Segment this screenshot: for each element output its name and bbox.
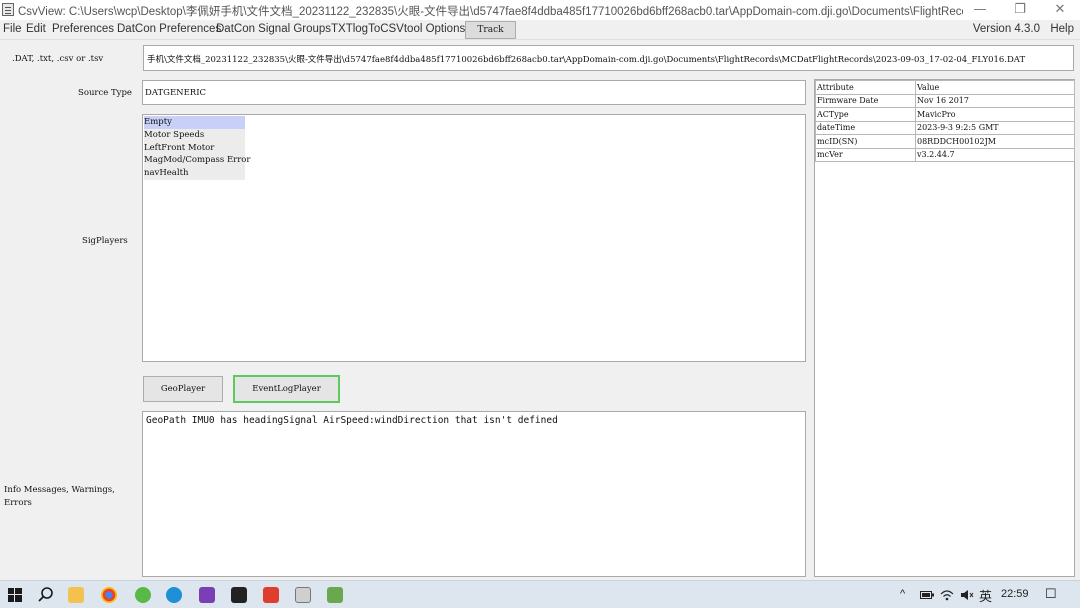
table-row[interactable]: ACType MavicPro	[815, 107, 1075, 122]
sigplayer-item-navhealth[interactable]: navHealth	[144, 167, 245, 180]
taskbar: ^ 英 22:59 ☐	[0, 580, 1080, 608]
ime-indicator[interactable]: 英	[979, 586, 992, 605]
source-type-label: Source Type	[78, 88, 132, 98]
app-icon	[2, 3, 14, 16]
title-bar: CsvView: C:\Users\wcp\Desktop\李佩妍手机\文件文档…	[0, 0, 1080, 20]
menu-bar: File Edit Preferences DatCon Preferences…	[0, 20, 1080, 40]
battery-icon[interactable]	[920, 590, 934, 600]
sigplayers-label: SigPlayers	[82, 236, 128, 246]
value-cell: 08RDDCH00102JM	[915, 134, 1075, 149]
version-label: Version 4.3.0	[972, 23, 1040, 35]
sigplayer-item-motor-speeds[interactable]: Motor Speeds	[144, 129, 245, 142]
attribute-cell: ACType	[815, 107, 916, 122]
menu-txtlog-options[interactable]: TXTlogToCSVtool Options	[331, 23, 465, 35]
tray-expand-icon[interactable]: ^	[900, 588, 905, 600]
menu-datcon-signal-groups[interactable]: DatCon Signal Groups	[216, 23, 331, 35]
path-label: .DAT, .txt, .csv or .tsv	[12, 54, 104, 64]
value-cell: Nov 16 2017	[915, 93, 1075, 108]
info-message: GeoPath IMU0 has headingSignal AirSpeed:…	[146, 415, 558, 426]
search-icon[interactable]	[38, 587, 54, 603]
clock[interactable]: 22:59	[1001, 588, 1029, 600]
table-row[interactable]: Firmware Date Nov 16 2017	[815, 93, 1075, 108]
wifi-icon[interactable]	[940, 589, 954, 601]
attribute-header: Attribute	[815, 80, 916, 95]
attribute-cell: dateTime	[815, 120, 916, 135]
minimize-button[interactable]: —	[960, 0, 1000, 20]
volume-icon[interactable]	[960, 589, 974, 601]
sigplayers-list[interactable]: Empty Motor Speeds LeftFront Motor MagMo…	[142, 114, 806, 362]
eventlogplayer-button[interactable]: EventLogPlayer	[233, 375, 340, 403]
sigplayer-item-leftfront-motor[interactable]: LeftFront Motor	[144, 142, 245, 155]
menu-preferences[interactable]: Preferences	[52, 23, 114, 35]
attribute-cell: mcVer	[815, 147, 916, 162]
value-cell: 2023-9-3 9:2:5 GMT	[915, 120, 1075, 135]
table-row[interactable]: dateTime 2023-9-3 9:2:5 GMT	[815, 120, 1075, 135]
edge-icon[interactable]	[166, 587, 182, 603]
table-row[interactable]: mcVer v3.2.44.7	[815, 147, 1075, 162]
chrome-icon[interactable]	[101, 587, 117, 603]
menu-datcon-preferences[interactable]: DatCon Preferences	[117, 23, 221, 35]
value-cell: MavicPro	[915, 107, 1075, 122]
menu-edit[interactable]: Edit	[26, 23, 46, 35]
sigplayer-item-magmod-compass-error[interactable]: MagMod/Compass Error	[144, 154, 250, 167]
source-type-field[interactable]: DATGENERIC	[142, 80, 806, 105]
window-title: CsvView: C:\Users\wcp\Desktop\李佩妍手机\文件文档…	[18, 6, 963, 18]
attribute-cell: mcID(SN)	[815, 134, 916, 149]
geoplayer-button[interactable]: GeoPlayer	[143, 376, 223, 402]
attribute-header-row: Attribute Value	[815, 80, 1075, 95]
csvview-app-icon[interactable]	[327, 587, 343, 603]
info-label-line2: Errors	[4, 498, 32, 508]
attribute-panel[interactable]: Attribute Value Firmware Date Nov 16 201…	[814, 79, 1075, 577]
restore-button[interactable]: ❐	[1000, 0, 1040, 20]
info-label-line1: Info Messages, Warnings,	[4, 485, 115, 495]
attribute-cell: Firmware Date	[815, 93, 916, 108]
value-cell: v3.2.44.7	[915, 147, 1075, 162]
notification-icon[interactable]: ☐	[1045, 586, 1057, 602]
table-row[interactable]: mcID(SN) 08RDDCH00102JM	[815, 134, 1075, 149]
dji-app-icon[interactable]	[199, 587, 215, 603]
track-button[interactable]: Track	[465, 21, 516, 39]
printer-app-icon[interactable]	[295, 587, 311, 603]
ie-browser-icon[interactable]	[135, 587, 151, 603]
attribute-table: Attribute Value Firmware Date Nov 16 201…	[815, 80, 1075, 162]
editor-app-icon[interactable]	[231, 587, 247, 603]
close-button[interactable]: ✕	[1040, 0, 1080, 20]
value-header: Value	[915, 80, 1075, 95]
file-path-field[interactable]: 手机\文件文档_20231122_232835\火眼-文件导出\d5747fae…	[143, 45, 1074, 71]
menu-help[interactable]: Help	[1050, 23, 1074, 35]
sigplayer-item-empty[interactable]: Empty	[144, 116, 245, 129]
windows-start-icon[interactable]	[8, 588, 22, 602]
file-explorer-icon[interactable]	[68, 587, 84, 603]
menu-file[interactable]: File	[3, 23, 22, 35]
info-messages-box[interactable]: GeoPath IMU0 has headingSignal AirSpeed:…	[142, 411, 806, 577]
wps-icon[interactable]	[263, 587, 279, 603]
